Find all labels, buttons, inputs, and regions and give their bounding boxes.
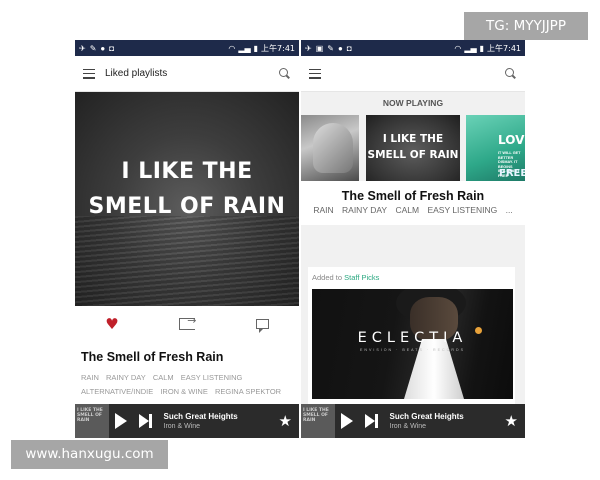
status-bar: ✈ ✎ ● ◘ ◠ ▂▄ ▮ 上午7:41 [75,40,299,56]
hamburger-menu-icon[interactable] [83,68,95,79]
watermark-label: www.hanxugu.com [11,440,168,469]
status-notification-icons: ✈ ▣ ✎ ● ◘ [305,44,352,53]
tag-list: RAIN RAINY DAY CALM EASY LISTENING [81,373,293,382]
notification-icon: ✎ [89,43,97,53]
star-icon[interactable]: ★ [505,412,518,430]
track-artist: Iron & Wine [163,423,201,430]
signal-icon: ▂▄ [238,43,251,53]
carousel-card-current[interactable]: I LIKE THE SMELL OF RAIN [366,115,460,181]
track-info: Such Great Heights Iron & Wine [164,412,279,430]
featured-title: ECLECTIA [357,330,468,346]
mini-player-thumbnail: I LIKE THE SMELL OF RAIN [301,404,335,438]
carousel-card-prev[interactable] [301,115,359,181]
status-time: 上午7:41 [487,43,521,53]
cover-text-line: I LIKE THE [382,133,444,145]
bag-icon: ◘ [109,43,115,53]
staff-picks-card[interactable]: Added to Staff Picks ECLECTIA ENVISION ·… [308,267,515,404]
featured-subtitle: ENVISION · BEATS · RECORDS [359,348,466,352]
hamburger-menu-icon[interactable] [309,68,321,79]
tag-item[interactable]: IRON & WINE [160,387,208,396]
image-icon: ▣ [315,43,324,53]
carousel-card-art [313,123,353,173]
staff-picks-link[interactable]: Staff Picks [344,273,379,282]
tag-item[interactable]: REGINA SPEKTOR [215,387,281,396]
wifi-icon: ◠ [454,43,462,53]
staff-picks-prefix: Added to [312,273,343,282]
playlist-cover-image[interactable]: I LIKE THE SMELL OF RAIN [75,92,299,306]
cover-text: I LIKE THE SMELL OF RAIN [75,154,299,224]
skip-next-icon[interactable] [139,414,152,428]
play-icon[interactable] [341,413,353,429]
tag-item[interactable]: CALM [153,373,174,382]
track-title: Such Great Heights [389,412,464,421]
tag-item[interactable]: EASY LISTENING [427,205,497,215]
tag-list: ALTERNATIVE/INDIE IRON & WINE REGINA SPE… [81,387,293,396]
featured-playlist-art[interactable]: ECLECTIA ENVISION · BEATS · RECORDS [312,289,513,399]
status-notification-icons: ✈ ✎ ● ◘ [79,44,114,53]
status-bar: ✈ ▣ ✎ ● ◘ ◠ ▂▄ ▮ 上午7:41 [301,40,525,56]
track-title: Such Great Heights [163,412,238,421]
search-icon[interactable] [279,67,291,80]
watermark-label: TG: MYYJJPP [464,12,588,40]
star-icon[interactable]: ★ [279,412,292,430]
battery-icon: ▮ [479,43,485,53]
carousel-card-text: I LIKE THE SMELL OF RAIN [366,131,460,163]
cover-text-line: I LIKE THE [121,159,253,184]
playlist-carousel[interactable]: I LIKE THE SMELL OF RAIN LOVE IT WILL GE… [301,115,525,181]
status-time: 上午7:41 [261,43,295,53]
playlist-info: The Smell of Fresh Rain RAIN RAINY DAY C… [75,342,299,404]
chat-icon: ● [337,43,343,53]
chat-icon: ● [100,43,106,53]
tag-item[interactable]: RAINY DAY [342,205,387,215]
now-playing-title: The Smell of Fresh Rain [301,181,525,205]
share-icon[interactable] [179,314,196,330]
search-icon[interactable] [505,67,517,80]
notification-icon: ✈ [305,43,312,53]
tag-item[interactable]: CALM [395,205,419,215]
signal-icon: ▂▄ [464,43,477,53]
track-info: Such Great Heights Iron & Wine [390,412,505,430]
tag-item: ... [505,205,513,215]
playlist-title: The Smell of Fresh Rain [81,350,224,364]
playlist-actions: ♥ [75,306,299,342]
logo-dot [475,327,482,334]
screenshot-canvas: ✈ ✎ ● ◘ ◠ ▂▄ ▮ 上午7:41 Liked playlists I … [0,0,600,480]
mini-player-thumbnail: I LIKE THE SMELL OF RAIN [75,404,109,438]
app-bar: Liked playlists [75,56,299,92]
tag-item[interactable]: RAIN [313,205,333,215]
status-system-icons: ◠ ▂▄ ▮ 上午7:41 [454,43,521,54]
mini-player[interactable]: I LIKE THE SMELL OF RAIN Such Great Heig… [75,404,299,438]
rain-texture [75,216,299,306]
tag-list: RAIN RAINY DAY CALM EASY LISTENING ... [301,205,525,225]
battery-icon: ▮ [253,43,259,53]
tag-item[interactable]: ALTERNATIVE/INDIE [81,387,153,396]
notification-icon: ✎ [327,43,334,53]
wifi-icon: ◠ [228,43,236,53]
phone-screen-liked-playlists: ✈ ✎ ● ◘ ◠ ▂▄ ▮ 上午7:41 Liked playlists I … [75,40,299,438]
staff-picks-label: Added to Staff Picks [308,267,515,287]
notification-icon: ✈ [79,43,86,53]
track-artist: Iron & Wine [389,423,427,430]
tag-item[interactable]: EASY LISTENING [181,373,243,382]
heart-icon[interactable]: ♥ [105,315,118,333]
carousel-card-text: FREE [499,168,525,179]
tag-item[interactable]: RAIN [81,373,99,382]
mini-player[interactable]: I LIKE THE SMELL OF RAIN Such Great Heig… [301,404,525,438]
comment-icon[interactable] [255,319,269,333]
status-system-icons: ◠ ▂▄ ▮ 上午7:41 [228,43,295,54]
phone-screen-now-playing: ✈ ▣ ✎ ● ◘ ◠ ▂▄ ▮ 上午7:41 NOW PLAYING I LI… [301,40,525,438]
app-bar [301,56,525,92]
skip-next-icon[interactable] [365,414,378,428]
play-icon[interactable] [115,413,127,429]
cover-text-line: SMELL OF RAIN [88,194,286,219]
carousel-card-next[interactable]: LOVE IT WILL GET BETTER DISMAY. IT BEGIN… [466,115,525,181]
page-title: Liked playlists [105,68,168,79]
tag-item[interactable]: RAINY DAY [106,373,146,382]
bag-icon: ◘ [346,43,352,53]
carousel-card-text: LOVE [498,133,525,147]
cover-text-line: SMELL OF RAIN [367,149,459,161]
now-playing-heading: NOW PLAYING [301,92,525,115]
